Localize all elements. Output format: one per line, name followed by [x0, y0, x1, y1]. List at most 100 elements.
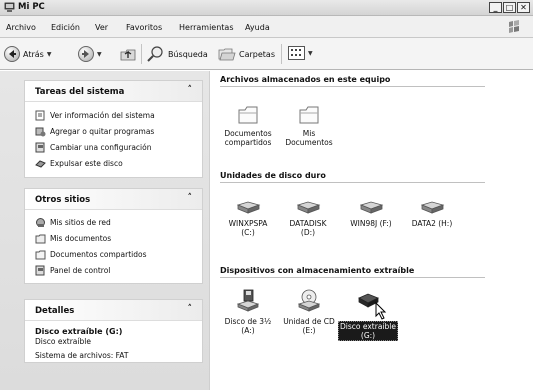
- task-add-remove-programs[interactable]: Agregar o quitar programas: [35, 126, 154, 137]
- task-change-setting[interactable]: Cambiar una configuración: [35, 142, 151, 153]
- task-label: Cambiar una configuración: [50, 143, 152, 152]
- drive-d[interactable]: DATADISK (D:): [273, 201, 343, 237]
- details-header[interactable]: Detalles ˄: [25, 300, 202, 321]
- place-network[interactable]: Mis sitios de red: [35, 217, 111, 228]
- details-item-type: Disco extraíble: [35, 337, 91, 346]
- collapse-icon[interactable]: ˄: [188, 85, 193, 95]
- folders-label: Carpetas: [239, 49, 275, 59]
- section-hard-drives: Unidades de disco duro: [220, 171, 326, 180]
- item-label: DATA2 (H:): [411, 219, 453, 228]
- control-panel-icon: [35, 265, 45, 276]
- menu-ver[interactable]: Ver: [95, 23, 108, 32]
- menu-herramientas[interactable]: Herramientas: [179, 23, 234, 32]
- my-documents-icon: [35, 234, 46, 244]
- system-tasks-header[interactable]: Tareas del sistema ˄: [25, 81, 202, 102]
- item-label: Unidad de CD: [283, 317, 335, 326]
- place-shared-documents[interactable]: Documentos compartidos: [35, 249, 146, 260]
- place-my-documents[interactable]: Mis documentos: [35, 233, 111, 244]
- task-pane: Tareas del sistema ˄ Ver información del…: [0, 71, 210, 390]
- place-label: Mis sitios de red: [50, 218, 111, 227]
- cd-drive-icon: [297, 289, 321, 312]
- section-stored-files: Archivos almacenados en este equipo: [220, 75, 391, 84]
- content-pane: Archivos almacenados en este equipo Docu…: [211, 71, 533, 390]
- chevron-down-icon[interactable]: ▼: [97, 51, 102, 58]
- system-tasks-panel: Tareas del sistema ˄ Ver información del…: [24, 80, 203, 178]
- details-panel: Detalles ˄ Disco extraíble (G:) Disco ex…: [24, 299, 203, 363]
- task-label: Ver información del sistema: [50, 111, 155, 120]
- item-label: WIN98J (F:): [350, 219, 392, 228]
- views-icon: [288, 46, 305, 60]
- task-eject-disk[interactable]: Expulsar este disco: [35, 158, 123, 169]
- folders-button[interactable]: Carpetas: [218, 46, 275, 62]
- up-folder-button[interactable]: [120, 46, 136, 62]
- place-label: Panel de control: [50, 266, 111, 275]
- drive-f[interactable]: WIN98J (F:): [336, 201, 406, 228]
- item-label: (E:): [302, 326, 316, 335]
- maximize-button[interactable]: □: [503, 2, 516, 13]
- collapse-icon[interactable]: ˄: [188, 304, 193, 314]
- item-label: (D:): [300, 228, 316, 237]
- collapse-icon[interactable]: ˄: [188, 193, 193, 203]
- other-places-title: Otros sitios: [35, 195, 91, 205]
- forward-arrow-icon: [78, 46, 94, 62]
- drive-a[interactable]: Disco de 3½ (A:): [213, 289, 283, 335]
- other-places-header[interactable]: Otros sitios ˄: [25, 189, 202, 210]
- task-label: Expulsar este disco: [50, 159, 123, 168]
- windows-logo-icon: [509, 20, 519, 33]
- other-places-panel: Otros sitios ˄ Mis sitios de red Mis doc…: [24, 188, 203, 284]
- task-system-info[interactable]: Ver información del sistema: [35, 110, 155, 121]
- window-title: Mi PC: [18, 2, 45, 12]
- menu-archivo[interactable]: Archivo: [6, 23, 36, 32]
- task-label: Agregar o quitar programas: [50, 127, 155, 136]
- hard-drive-icon: [420, 201, 445, 214]
- minimize-button[interactable]: _: [489, 2, 502, 13]
- menu-edicion[interactable]: Edición: [51, 23, 80, 32]
- place-label: Documentos compartidos: [50, 250, 147, 259]
- item-label: DATADISK: [289, 219, 327, 228]
- item-shared-documents[interactable]: Documentos compartidos: [213, 105, 283, 147]
- views-button[interactable]: ▼: [288, 46, 313, 60]
- drive-h[interactable]: DATA2 (H:): [397, 201, 467, 228]
- up-folder-icon: [120, 49, 136, 61]
- menu-bar: Archivo Edición Ver Favoritos Herramient…: [0, 16, 533, 38]
- control-panel-icon: [35, 142, 45, 153]
- folder-icon: [299, 106, 319, 124]
- title-bar: Mi PC _ □ ✕: [0, 0, 533, 16]
- place-label: Mis documentos: [50, 234, 112, 243]
- details-title: Detalles: [35, 306, 75, 316]
- section-removable: Dispositivos con almacenamiento extraíbl…: [220, 266, 415, 275]
- place-control-panel[interactable]: Panel de control: [35, 265, 110, 276]
- back-button[interactable]: Atrás ▼: [4, 46, 51, 62]
- item-my-documents[interactable]: Mis Documentos: [274, 105, 344, 147]
- system-tasks-title: Tareas del sistema: [35, 87, 125, 97]
- toolbar: Atrás ▼ ▼ Búsqueda Carpetas ▼: [0, 38, 533, 70]
- close-button[interactable]: ✕: [517, 2, 530, 13]
- item-label: (A:): [241, 326, 255, 335]
- folders-icon: [218, 48, 236, 61]
- back-arrow-icon: [4, 46, 20, 62]
- menu-ayuda[interactable]: Ayuda: [245, 23, 270, 32]
- network-places-icon: [36, 218, 45, 227]
- item-label: Mis: [302, 129, 316, 138]
- item-label: Disco de 3½: [224, 317, 272, 326]
- drive-g[interactable]: Disco extraíble (G:): [335, 289, 401, 341]
- item-label: Documentos: [224, 129, 272, 138]
- back-label: Atrás: [23, 49, 44, 59]
- item-label: compartidos: [224, 138, 272, 147]
- drive-e[interactable]: Unidad de CD (E:): [274, 289, 344, 335]
- chevron-down-icon[interactable]: ▼: [47, 51, 52, 58]
- chevron-down-icon[interactable]: ▼: [308, 50, 313, 57]
- item-label: Documentos: [285, 138, 333, 147]
- eject-disk-icon: [35, 160, 46, 168]
- removable-disk-icon: [358, 293, 379, 308]
- forward-button[interactable]: ▼: [78, 46, 102, 62]
- system-info-icon: [35, 110, 45, 121]
- search-icon: [147, 46, 163, 62]
- item-label: (G:): [360, 331, 376, 340]
- folder-icon: [238, 106, 258, 124]
- search-button[interactable]: Búsqueda: [147, 46, 208, 62]
- details-filesystem: Sistema de archivos: FAT: [35, 351, 129, 360]
- hard-drive-icon: [296, 201, 321, 214]
- menu-favoritos[interactable]: Favoritos: [126, 23, 162, 32]
- shared-folder-icon: [35, 250, 46, 260]
